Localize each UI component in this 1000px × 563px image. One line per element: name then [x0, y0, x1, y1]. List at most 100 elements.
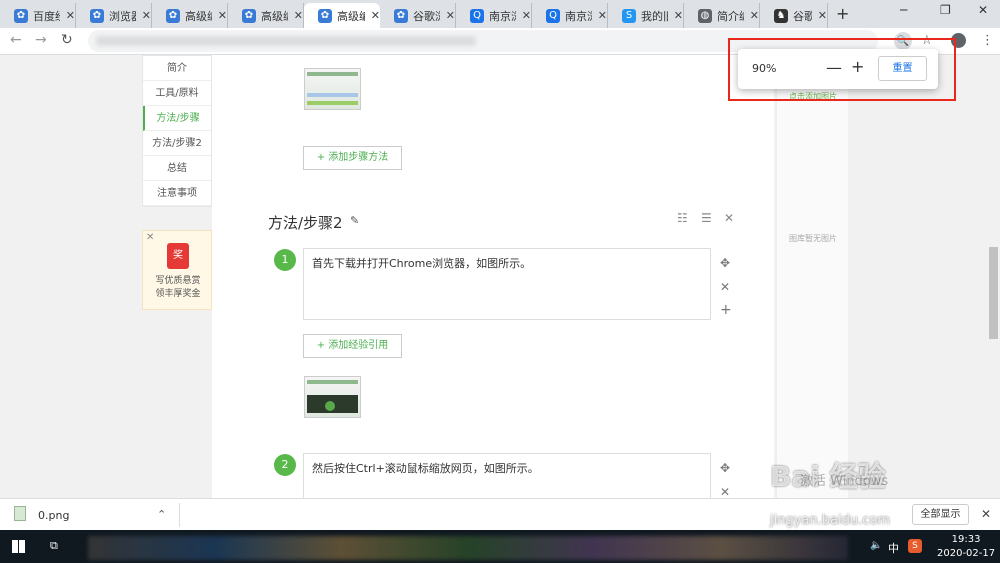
sogou-ime-icon[interactable]: S — [908, 539, 922, 553]
windows-start-icon[interactable] — [12, 540, 25, 553]
globe-icon: ◍ — [698, 8, 712, 23]
tab-title: 高级编 — [261, 9, 288, 23]
task-view-icon[interactable]: ⧉ — [50, 539, 58, 553]
no-image-text: 图库暂无图片 — [789, 234, 837, 243]
windows-taskbar: ⧉ 🔈 中 S 19:33 2020-02-17 — [0, 530, 1000, 563]
close-window-icon[interactable]: ✕ — [978, 3, 988, 17]
edit-pencil-icon[interactable]: ✎ — [350, 214, 359, 227]
close-icon[interactable]: ✕ — [522, 9, 531, 22]
move-icon[interactable]: ✥ — [720, 256, 730, 270]
figure-icon: ♞ — [774, 8, 788, 23]
tab-title: 我的旧 — [641, 9, 668, 23]
download-filename[interactable]: 0.png — [38, 509, 69, 522]
close-icon[interactable]: ✕ — [674, 9, 683, 22]
tab-title: 谷歌浏 — [413, 9, 440, 23]
scrollbar-thumb[interactable] — [989, 247, 998, 339]
browser-tab[interactable]: Q 南京浏 ✕ — [532, 3, 608, 28]
maximize-icon[interactable]: ❐ — [940, 3, 951, 17]
clock[interactable]: 19:33 2020-02-17 — [937, 533, 995, 561]
browser-tab[interactable]: S 我的旧 ✕ — [608, 3, 684, 28]
nav-item-summary[interactable]: 总结 — [143, 156, 211, 181]
q-icon: Q — [546, 8, 560, 23]
nav-item-steps[interactable]: 方法/步骤 — [143, 106, 211, 131]
browser-tab[interactable]: ✿ 高级编 ✕ — [152, 3, 228, 28]
baidu-paw-icon: ✿ — [14, 8, 28, 23]
reward-badge-icon: 奖 — [167, 243, 189, 269]
baidu-paw-icon: ✿ — [90, 8, 104, 23]
chevron-up-icon[interactable]: ⌃ — [157, 508, 166, 521]
reward-line-1: 写优质悬赏 — [155, 276, 201, 286]
close-icon[interactable]: ✕ — [598, 9, 607, 22]
close-icon[interactable]: ✕ — [142, 9, 151, 22]
browser-tab-active[interactable]: ✿ 高级编 ✕ — [304, 3, 380, 28]
volume-icon[interactable]: 🔈 — [870, 540, 882, 551]
close-icon[interactable]: ✕ — [371, 9, 380, 22]
ime-indicator[interactable]: 中 — [888, 540, 899, 556]
reload-icon[interactable]: ↻ — [61, 32, 73, 48]
menu-kebab-icon[interactable]: ⋮ — [981, 33, 994, 48]
tab-title: 浏览器 — [109, 9, 136, 23]
add-step-method-button[interactable]: + 添加步骤方法 — [303, 146, 402, 170]
step-image-thumbnail[interactable] — [304, 376, 361, 418]
editor-main: + 添加步骤方法 方法/步骤2 ✎ ☷ ☰ ✕ 1 首先下载并打开Chrome浏… — [212, 55, 774, 498]
baidu-paw-icon: ✿ — [318, 8, 332, 23]
watermark-url: jingyan.baidu.com — [770, 513, 890, 528]
sogou-icon: S — [622, 8, 636, 23]
close-icon[interactable]: ✕ — [294, 9, 303, 22]
reward-line-2: 领丰厚奖金 — [155, 289, 201, 299]
image-file-icon — [14, 506, 26, 521]
browser-tab[interactable]: ✿ 谷歌浏 ✕ — [380, 3, 456, 28]
close-icon[interactable]: ✕ — [981, 507, 991, 521]
close-icon[interactable]: ✕ — [720, 280, 730, 294]
clock-date: 2020-02-17 — [937, 548, 996, 559]
nav-item-tools[interactable]: 工具/原料 — [143, 81, 211, 106]
browser-tab[interactable]: ✿ 浏览器 ✕ — [76, 3, 152, 28]
activate-windows-text: 激活 Windows — [800, 474, 889, 489]
close-icon[interactable]: ✕ — [218, 9, 227, 22]
blurred-taskbar-apps — [88, 536, 848, 560]
highlight-annotation-box — [728, 38, 956, 101]
baidu-paw-icon: ✿ — [242, 8, 256, 23]
minimize-icon[interactable]: ─ — [900, 3, 907, 17]
browser-tab[interactable]: ♞ 谷歌浏 ✕ — [760, 3, 828, 28]
close-icon[interactable]: ✕ — [446, 9, 455, 22]
add-icon[interactable]: + — [720, 302, 732, 318]
tab-title: 高级编 — [337, 9, 365, 23]
step-number-badge: 1 — [274, 249, 296, 271]
step-text-field[interactable]: 首先下载并打开Chrome浏览器，如图所示。 — [303, 248, 711, 320]
tab-title: 百度经 — [33, 9, 60, 23]
image-library-sidebar: 点击添加图片 图库暂无图片 — [776, 75, 848, 498]
add-experience-reference-button[interactable]: + 添加经验引用 — [303, 334, 402, 358]
nav-item-steps2[interactable]: 方法/步骤2 — [143, 131, 211, 156]
tab-title: 南京浏 — [565, 9, 592, 23]
ordered-list-icon[interactable]: ☷ — [677, 211, 688, 225]
browser-tab[interactable]: ✿ 百度经 ✕ — [0, 3, 76, 28]
nav-item-notes[interactable]: 注意事项 — [143, 181, 211, 206]
browser-tab[interactable]: ◍ 简介编 ✕ — [684, 3, 760, 28]
step-number-badge: 2 — [274, 454, 296, 476]
step-image-thumbnail[interactable] — [304, 68, 361, 110]
nav-item-intro[interactable]: 简介 — [143, 56, 211, 81]
close-icon[interactable]: ✕ — [66, 9, 75, 22]
blurred-url — [96, 36, 476, 46]
close-icon[interactable]: ✕ — [750, 9, 759, 22]
move-icon[interactable]: ✥ — [720, 461, 730, 475]
new-tab-icon[interactable]: + — [836, 4, 849, 23]
outline-nav: 简介 工具/原料 方法/步骤 方法/步骤2 总结 注意事项 — [142, 55, 212, 207]
close-icon[interactable]: ✕ — [724, 211, 734, 225]
browser-tab[interactable]: Q 南京浏 ✕ — [456, 3, 532, 28]
close-icon[interactable]: ✕ — [146, 232, 154, 243]
browser-tab[interactable]: ✿ 高级编 ✕ — [228, 3, 304, 28]
close-icon[interactable]: ✕ — [720, 485, 730, 498]
list-icon[interactable]: ☰ — [701, 211, 712, 225]
q-icon: Q — [470, 8, 484, 23]
step-text-field[interactable]: 然后按住Ctrl+滚动鼠标缩放网页，如图所示。 — [303, 453, 711, 498]
baidu-paw-icon: ✿ — [166, 8, 180, 23]
forward-icon[interactable]: → — [35, 32, 47, 48]
reward-card[interactable]: ✕ 奖 写优质悬赏 领丰厚奖金 — [142, 230, 212, 310]
tab-title: 高级编 — [185, 9, 212, 23]
back-icon[interactable]: ← — [10, 32, 22, 48]
tab-title: 南京浏 — [489, 9, 516, 23]
close-icon[interactable]: ✕ — [818, 9, 827, 22]
tab-title: 谷歌浏 — [793, 9, 812, 23]
